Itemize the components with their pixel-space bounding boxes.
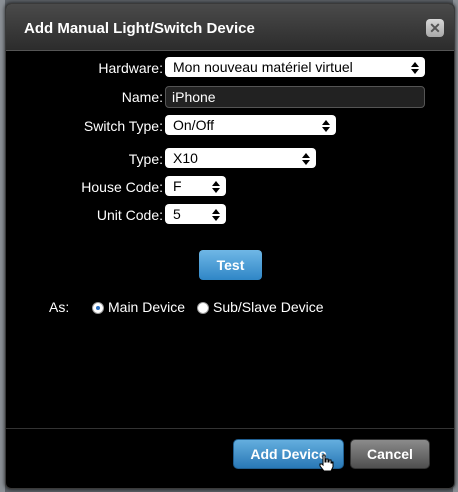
unit-code-select-value: 5 [173,206,181,222]
hardware-label: Hardware: [98,60,163,76]
house-code-select[interactable]: F [165,176,226,196]
dialog-titlebar: Add Manual Light/Switch Device ✕ [6,4,454,51]
select-arrows-icon [302,150,310,166]
name-label: Name: [121,89,163,105]
as-label: As: [49,299,70,315]
hardware-select[interactable]: Mon nouveau matériel virtuel [165,57,425,77]
unit-code-select[interactable]: 5 [165,204,226,224]
footer-divider [6,428,454,429]
select-arrows-icon [322,117,330,133]
sub-slave-device-radio[interactable] [197,302,209,314]
switch-type-select[interactable]: On/Off [165,115,336,135]
test-button[interactable]: Test [199,250,262,280]
select-arrows-icon [411,59,419,75]
cancel-button[interactable]: Cancel [350,439,430,469]
name-input-value: iPhone [172,89,216,105]
type-label: Type: [128,151,163,167]
house-code-label: House Code: [81,179,163,195]
close-icon[interactable]: ✕ [426,19,444,37]
dialog-title: Add Manual Light/Switch Device [24,20,255,37]
main-device-radio[interactable] [92,302,104,314]
type-select[interactable]: X10 [165,148,316,168]
switch-type-select-value: On/Off [173,117,214,133]
name-input[interactable]: iPhone [165,86,425,108]
house-code-select-value: F [173,178,182,194]
unit-code-label: Unit Code: [96,207,163,223]
switch-type-label: Switch Type: [83,118,163,134]
main-device-label[interactable]: Main Device [108,299,185,315]
add-device-dialog: Add Manual Light/Switch Device ✕ Hardwar… [5,3,455,489]
select-arrows-icon [212,206,220,222]
hardware-select-value: Mon nouveau matériel virtuel [173,59,353,75]
select-arrows-icon [212,178,220,194]
type-select-value: X10 [173,150,198,166]
sub-slave-device-label[interactable]: Sub/Slave Device [213,299,324,315]
hand-cursor-icon [319,454,334,472]
